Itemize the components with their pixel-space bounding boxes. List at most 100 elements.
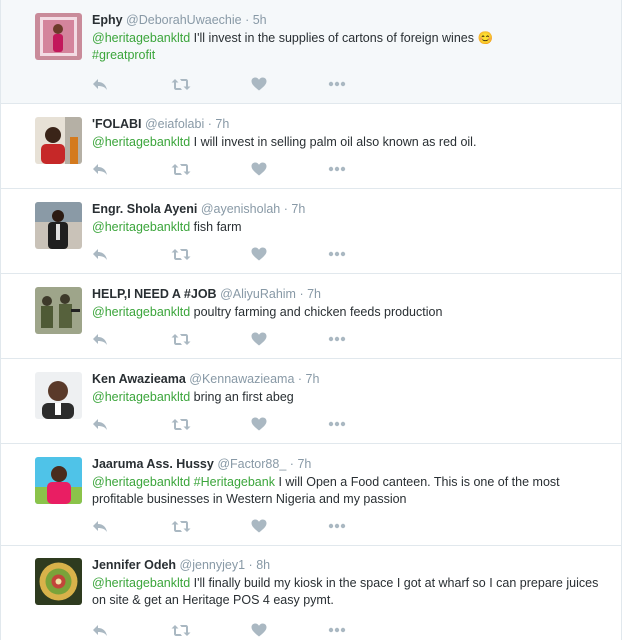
more-button[interactable]: [328, 416, 346, 432]
reply-button[interactable]: [92, 76, 108, 92]
more-icon: [328, 166, 346, 172]
tweet-mention[interactable]: @heritagebankltd: [92, 305, 190, 319]
reply-icon: [93, 520, 107, 532]
tweet-separator: ·: [248, 558, 253, 572]
more-icon: [328, 251, 346, 257]
tweet-mention[interactable]: @heritagebankltd: [92, 135, 190, 149]
tweet-hashtag[interactable]: #Heritagebank: [194, 475, 275, 489]
tweet-text: @heritagebankltd fish farm: [92, 219, 611, 236]
like-button[interactable]: [251, 331, 267, 347]
reply-button[interactable]: [92, 622, 108, 638]
tweet[interactable]: Jaaruma Ass. Hussy @Factor88_ · 7h @heri…: [1, 444, 621, 546]
tweet-timestamp[interactable]: 7h: [215, 117, 229, 131]
tweet-fullname[interactable]: Engr. Shola Ayeni: [92, 202, 197, 216]
tweet-actions: [92, 416, 372, 432]
like-button[interactable]: [251, 518, 267, 534]
more-button[interactable]: [328, 246, 346, 262]
more-button[interactable]: [328, 161, 346, 177]
tweet-actions: [92, 331, 372, 347]
more-button[interactable]: [328, 331, 346, 347]
retweet-button[interactable]: [171, 331, 191, 347]
like-button[interactable]: [251, 161, 267, 177]
tweet[interactable]: HELP,I NEED A #JOB @AliyuRahim · 7h @her…: [1, 274, 621, 359]
retweet-icon: [171, 333, 191, 345]
tweet-header: Ken Awazieama @Kennawazieama · 7h: [92, 371, 611, 387]
tweet-username[interactable]: @DeborahUwaechie: [126, 13, 242, 27]
tweet-actions: [92, 76, 372, 92]
like-icon: [251, 77, 267, 91]
reply-button[interactable]: [92, 246, 108, 262]
retweet-button[interactable]: [171, 416, 191, 432]
tweet-timestamp[interactable]: 8h: [256, 558, 270, 572]
retweet-button[interactable]: [171, 622, 191, 638]
tweet-username[interactable]: @Kennawazieama: [189, 372, 294, 386]
tweet-text: @heritagebankltd I will invest in sellin…: [92, 134, 611, 151]
like-button[interactable]: [251, 622, 267, 638]
like-button[interactable]: [251, 76, 267, 92]
tweet-username[interactable]: @ayenisholah: [201, 202, 280, 216]
like-icon: [251, 247, 267, 261]
tweet-timestamp[interactable]: 7h: [306, 372, 320, 386]
tweet-timestamp[interactable]: 7h: [291, 202, 305, 216]
tweet-hashtag[interactable]: #greatprofit: [92, 48, 155, 62]
tweet-fullname[interactable]: Jennifer Odeh: [92, 558, 176, 572]
tweet[interactable]: 'FOLABI @eiafolabi · 7h @heritagebankltd…: [1, 104, 621, 189]
avatar[interactable]: [35, 558, 82, 605]
retweet-button[interactable]: [171, 518, 191, 534]
like-icon: [251, 519, 267, 533]
tweet-fullname[interactable]: 'FOLABI: [92, 117, 142, 131]
avatar[interactable]: [35, 372, 82, 419]
tweet-timestamp[interactable]: 7h: [307, 287, 321, 301]
tweet-username[interactable]: @Factor88_: [217, 457, 286, 471]
reply-icon: [93, 624, 107, 636]
tweet-mention[interactable]: @heritagebankltd: [92, 475, 190, 489]
tweet-username[interactable]: @jennyjey1: [180, 558, 246, 572]
tweet-timestamp[interactable]: 7h: [297, 457, 311, 471]
tweet-separator: ·: [299, 287, 304, 301]
like-icon: [251, 417, 267, 431]
tweet-mention[interactable]: @heritagebankltd: [92, 576, 190, 590]
tweet-header: Jennifer Odeh @jennyjey1 · 8h: [92, 557, 611, 573]
tweet-fullname[interactable]: HELP,I NEED A #JOB: [92, 287, 217, 301]
smile-emoji-icon: 😊: [477, 31, 494, 45]
reply-icon: [93, 78, 107, 90]
tweet-body: bring an first abeg: [193, 390, 294, 404]
like-button[interactable]: [251, 246, 267, 262]
reply-button[interactable]: [92, 416, 108, 432]
tweet-timestamp[interactable]: 5h: [253, 13, 267, 27]
tweet-mention[interactable]: @heritagebankltd: [92, 390, 190, 404]
tweet-fullname[interactable]: Jaaruma Ass. Hussy: [92, 457, 214, 471]
tweet-mention[interactable]: @heritagebankltd: [92, 220, 190, 234]
tweet-body: I'll invest in the supplies of cartons o…: [193, 31, 474, 45]
more-button[interactable]: [328, 76, 346, 92]
like-button[interactable]: [251, 416, 267, 432]
tweet-fullname[interactable]: Ephy: [92, 13, 123, 27]
tweet[interactable]: Engr. Shola Ayeni @ayenisholah · 7h @her…: [1, 189, 621, 274]
tweet-text: @heritagebankltd bring an first abeg: [92, 389, 611, 406]
more-button[interactable]: [328, 622, 346, 638]
more-button[interactable]: [328, 518, 346, 534]
reply-button[interactable]: [92, 518, 108, 534]
tweet-actions: [92, 518, 372, 534]
tweet-separator: ·: [297, 372, 303, 386]
avatar[interactable]: [35, 13, 82, 60]
tweet[interactable]: Jennifer Odeh @jennyjey1 · 8h @heritageb…: [1, 546, 621, 640]
reply-icon: [93, 248, 107, 260]
avatar[interactable]: [35, 457, 82, 504]
tweet[interactable]: Ken Awazieama @Kennawazieama · 7h @herit…: [1, 359, 621, 444]
retweet-button[interactable]: [171, 161, 191, 177]
avatar[interactable]: [35, 117, 82, 164]
reply-button[interactable]: [92, 161, 108, 177]
tweet-mention[interactable]: @heritagebankltd: [92, 31, 190, 45]
avatar[interactable]: [35, 287, 82, 334]
tweet-username[interactable]: @AliyuRahim: [220, 287, 296, 301]
retweet-button[interactable]: [171, 76, 191, 92]
avatar[interactable]: [35, 202, 82, 249]
tweet-feed: Ephy @DeborahUwaechie · 5h @heritagebank…: [0, 0, 622, 640]
reply-button[interactable]: [92, 331, 108, 347]
retweet-button[interactable]: [171, 246, 191, 262]
tweet-fullname[interactable]: Ken Awazieama: [92, 372, 186, 386]
tweet[interactable]: Ephy @DeborahUwaechie · 5h @heritagebank…: [1, 0, 621, 104]
soldiers-photo-icon: [35, 287, 82, 334]
tweet-username[interactable]: @eiafolabi: [145, 117, 204, 131]
